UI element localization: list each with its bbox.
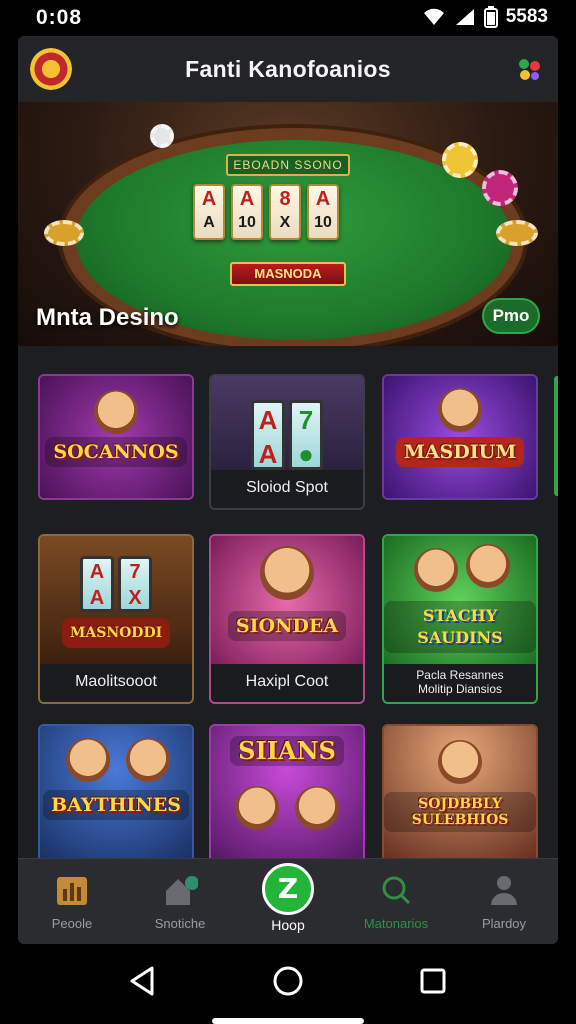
nav-label: Plardoy [481, 916, 527, 931]
chart-box-icon [57, 877, 87, 905]
table-sign: EBOADN SSONO [226, 154, 350, 176]
game-logo: STACHY SAUDINS [384, 601, 536, 653]
game-label: Pacla Resannes Molitip Diansios [384, 664, 536, 702]
game-tile[interactable]: MASDIUM [382, 374, 538, 500]
game-label: Haxipl Coot [211, 664, 363, 702]
game-tile[interactable]: STACHY SAUDINS Pacla Resannes Molitip Di… [382, 534, 538, 704]
status-time: 0:08 [36, 6, 83, 29]
recents-icon[interactable] [416, 964, 450, 998]
signal-icon [455, 9, 474, 25]
app-title: Fanti Kanofoanios [185, 55, 391, 82]
playing-card: AA [193, 184, 225, 240]
game-tile[interactable]: SOCANNOS [38, 374, 194, 500]
home-icon [166, 876, 199, 905]
games-grid: SOCANNOS AA 7 ● Sloiod Spot MASDIUM A A … [18, 346, 558, 874]
game-tile[interactable]: SOJDBBLY SULEBHIOS [382, 724, 538, 874]
nav-item-people[interactable]: Peoole [18, 859, 126, 944]
game-tile[interactable]: AA 7 ● Sloiod Spot [209, 374, 365, 510]
playing-card: 8X [269, 184, 301, 240]
people-group-icon [414, 548, 458, 592]
people-group-icon [235, 786, 279, 830]
hero-play-button[interactable]: Pmo [482, 298, 540, 334]
game-tile[interactable]: AA 7X MASNODDI Maolitsooot [38, 534, 194, 704]
game-tile[interactable]: BAYTHINES [38, 724, 194, 874]
wifi-icon [423, 8, 444, 26]
battery-text: 5583 [505, 6, 548, 27]
app-frame: Fanti Kanofoanios EBOADN SSONO AA A 10 8X… [18, 36, 558, 944]
back-icon[interactable] [126, 964, 160, 998]
jester-face-icon [94, 390, 138, 434]
table-banner: MASNODA [230, 262, 346, 286]
game-label: Sloiod Spot [211, 470, 363, 508]
game-art: AA 7X MASNODDI [40, 536, 192, 668]
playing-card: A 10 [307, 184, 339, 240]
game-logo: MASDIUM [395, 437, 525, 467]
status-icons: 5583 [422, 6, 548, 28]
game-logo: MASNODDI [61, 618, 171, 648]
game-label: Maolitsooot [40, 664, 192, 702]
hero-cards: AA A 10 8X A 10 [193, 184, 339, 240]
gesture-pill [212, 1018, 364, 1024]
status-bar: 0:08 5583 [0, 0, 576, 36]
nav-label: Hoop [271, 917, 305, 933]
people-group-icon [466, 544, 510, 588]
bearded-man-icon [260, 546, 314, 600]
game-logo: SIIANS [230, 736, 344, 766]
featured-hero-banner[interactable]: EBOADN SSONO AA A 10 8X A 10 MASNODA Mnta … [18, 102, 558, 346]
app-header: Fanti Kanofoanios [18, 36, 558, 102]
game-logo: BAYTHINES [43, 790, 189, 820]
system-nav-bar [0, 944, 576, 1024]
playing-card: A 10 [231, 184, 263, 240]
performer-face-icon [438, 740, 482, 784]
game-art: BAYTHINES [40, 726, 192, 872]
home-circle-icon[interactable] [271, 964, 305, 998]
nav-item-plardoy[interactable]: Plardoy [450, 859, 558, 944]
game-logo: SOJDBBLY SULEBHIOS [384, 792, 536, 832]
game-art: SIIANS [211, 726, 363, 872]
z-logo-icon: Z [262, 863, 314, 915]
pink-chip-icon [482, 170, 518, 206]
colorful-dots-icon[interactable] [514, 54, 544, 84]
search-icon [382, 876, 411, 905]
slot-reel: 7X [118, 556, 152, 612]
game-art: SOJDBBLY SULEBHIOS [384, 726, 536, 872]
game-art: STACHY SAUDINS [384, 536, 536, 668]
gold-chip-icon [496, 220, 538, 246]
casino-logo-icon[interactable] [30, 48, 72, 90]
nav-item-snotiche[interactable]: Snotiche [126, 859, 234, 944]
slot-reel: AA [251, 400, 285, 470]
white-chip-icon [150, 124, 174, 148]
game-tile[interactable]: SIONDEA Haxipl Coot [209, 534, 365, 704]
pirate-face-icon [126, 738, 170, 782]
battery-icon [483, 6, 498, 28]
nav-item-hoop[interactable]: Z Hoop [234, 859, 342, 944]
slot-reels: AA 7X [80, 556, 152, 612]
nav-label: Peoole [51, 916, 93, 931]
game-label-line: Molitip Diansios [417, 682, 503, 696]
game-art: SOCANNOS [40, 376, 192, 498]
hero-title: Mnta Desino [36, 304, 179, 331]
bottom-nav: Peoole Snotiche Z Hoop Matonarios Plardo… [18, 858, 558, 944]
pirate-face-icon [438, 388, 482, 432]
nav-label: Snotiche [154, 916, 206, 931]
game-logo: SOCANNOS [45, 437, 187, 467]
nav-label: Matonarios [363, 916, 429, 931]
slot-reel: 7 ● [289, 400, 323, 470]
gold-chip-icon [44, 220, 84, 246]
pirate-face-icon [66, 738, 110, 782]
scroll-indicator[interactable] [554, 376, 558, 496]
game-logo: SIONDEA [227, 611, 347, 641]
person-icon [491, 876, 517, 905]
slot-reels: AA 7 ● [251, 400, 323, 470]
game-tile[interactable]: SIIANS [209, 724, 365, 874]
game-label-line: Pacla Resannes [416, 668, 504, 682]
gold-chip-icon [442, 142, 478, 178]
game-art: SIONDEA [211, 536, 363, 668]
game-art: MASDIUM [384, 376, 536, 498]
nav-item-matonarios[interactable]: Matonarios [342, 859, 450, 944]
slot-reel: AA [80, 556, 114, 612]
people-group-icon [295, 786, 339, 830]
